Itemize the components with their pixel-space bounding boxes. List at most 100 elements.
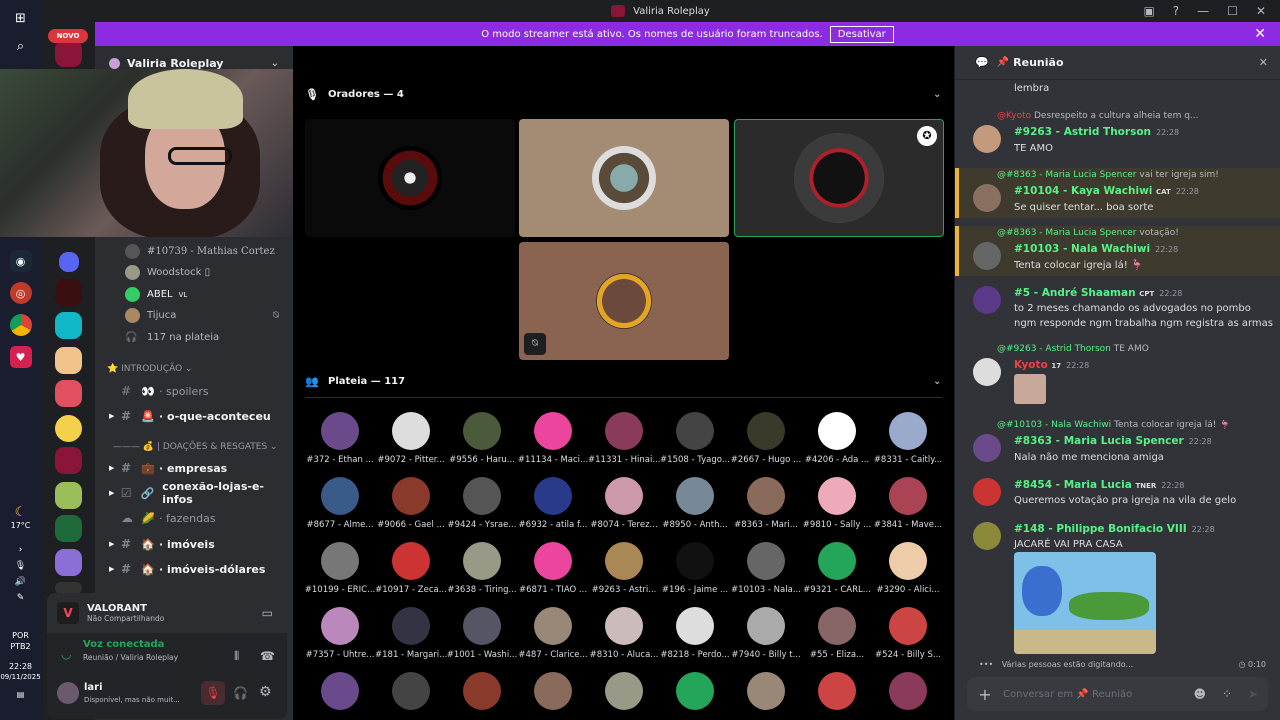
clock-date[interactable]: 09/11/2025 [0,672,41,683]
avatar[interactable] [889,672,927,710]
channel-o-que-aconteceu[interactable]: ▶ # 🚨 · o-que-aconteceu [95,405,293,427]
user-avatar[interactable] [57,682,79,704]
chat-message[interactable]: @#10103 - Nala Wachiwi Tenta colocar igr… [967,420,1267,468]
activity-card[interactable]: V VALORANT Não Compartilhando ▭ [47,593,287,633]
mute-button[interactable]: 🎙 [201,681,225,705]
avatar[interactable] [676,672,714,710]
audience-member[interactable]: #9072 - Pitter... [375,412,447,474]
audience-count[interactable]: 🎧 117 na plateia [95,327,293,348]
soundboard-icon[interactable]: ⦀ [234,649,239,664]
audience-member[interactable]: #181 - Margari... [375,607,447,669]
expand-tray-icon[interactable]: › [19,545,23,555]
audience-member[interactable]: #7940 - Billy t... [730,607,802,669]
audience-member[interactable]: #6871 - TIAO ... [517,542,589,604]
chat-message[interactable]: @#8363 - Maria Lucia Spencer vai ter igr… [967,170,1267,218]
audience-member[interactable]: #3638 - Tiring... [446,542,518,604]
avatar[interactable] [392,672,430,710]
minimize-button[interactable]: — [1197,4,1209,18]
voice-user[interactable]: #10739 - Mathias Cortez [95,241,293,262]
audience-member[interactable]: #55 - Eliza... [801,607,873,669]
chat-message[interactable]: #8454 - Maria Lucia TNER 22:28 Queremos v… [967,478,1267,512]
audience-member[interactable]: #8331 - Caitly... [872,412,944,474]
audience-member[interactable]: #7357 - Uhtre... [304,607,376,669]
audience-member[interactable]: #9263 - Astri... [588,542,660,604]
channel-fazendas[interactable]: ☁ 🌽 · fazendas [95,507,293,529]
audience-member[interactable]: #9321 - CARL... [801,542,873,604]
audience-member[interactable]: #9424 - Ysrae... [446,477,518,539]
help-icon[interactable]: ? [1173,4,1179,18]
server-icon[interactable] [55,482,82,509]
channel-empresas[interactable]: ▶ # 💼 · empresas [95,457,293,479]
server-icon-dm[interactable] [59,252,79,272]
audience-member[interactable]: #4206 - Ada ... [801,412,873,474]
avatar[interactable] [605,672,643,710]
audience-member[interactable]: #10199 - ERIC... [304,542,376,604]
voice-user[interactable]: Woodstock ▯ [95,262,293,283]
attach-button[interactable]: + [967,685,1003,704]
audience-member[interactable]: #10103 - Nala... [730,542,802,604]
server-icon[interactable] [55,347,82,374]
send-button[interactable]: ➤ [1248,687,1258,701]
speaker-tile[interactable]: ⍉ [519,242,729,360]
audience-member[interactable]: #8218 - Perdo... [659,607,731,669]
server-icon[interactable] [55,549,82,576]
disconnect-icon[interactable]: ☎ [260,649,275,663]
audience-member[interactable]: #3290 - Alici... [872,542,944,604]
audience-header[interactable]: 👥 Plateia — 117 ⌄ [305,375,941,388]
category-doacoes[interactable]: ——— 💰 | DOAÇÕES & RESGATES ⌄ [113,442,278,452]
lang-1[interactable]: POR [0,630,41,641]
server-icon[interactable] [55,380,82,407]
mic-icon[interactable]: 🎙 [15,561,26,571]
channel-spoilers[interactable]: # 👀 · spoilers [95,380,293,402]
voice-user[interactable]: Tijuca ⍉ [95,305,293,326]
steam-icon[interactable]: ◉ [9,250,32,272]
server-icon[interactable] [55,415,82,442]
username[interactable]: lari [84,682,103,693]
screen-icon[interactable]: ▭ [262,606,273,620]
windows-start-icon[interactable]: ⊞ [11,8,31,28]
sticker-image[interactable] [1014,374,1046,404]
chat-message[interactable]: #5 - André Shaaman CPT 22:28 to 2 meses c… [967,286,1273,334]
speaker-tile[interactable] [305,119,515,237]
audience-member[interactable]: #196 - Jaime ... [659,542,731,604]
audience-member[interactable]: #2667 - Hugo ... [730,412,802,474]
close-banner-icon[interactable]: ✕ [1254,26,1266,42]
maximize-button[interactable]: ☐ [1227,4,1238,18]
audience-member[interactable]: #9556 - Haru... [446,412,518,474]
app-icon[interactable]: ◎ [9,282,32,304]
message-input[interactable]: Conversar em 📌 Reunião [1003,689,1132,700]
audience-member[interactable]: #1508 - Tyago... [659,412,731,474]
close-window-button[interactable]: ✕ [1256,4,1266,18]
audience-member[interactable]: #487 - Clarice... [517,607,589,669]
audience-member[interactable]: #8074 - Terez... [588,477,660,539]
server-icon[interactable] [55,447,82,474]
settings-button[interactable]: ⚙ [259,684,272,700]
avatar[interactable] [534,672,572,710]
valiria-app-icon[interactable]: ♥ [9,346,32,368]
audience-member[interactable]: #1001 - Washi... [446,607,518,669]
audience-member[interactable]: #524 - Billy S... [872,607,944,669]
server-icon[interactable] [55,279,82,306]
avatar[interactable] [747,672,785,710]
emoji-button[interactable]: ☻ [1193,687,1206,701]
channel-conexao-lojas[interactable]: ▶ ☑ 🔗 conexão-lojas-e-infos [95,480,293,506]
voice-connection[interactable]: ◡ Voz conectada Reunião / Valiria Rolepl… [55,639,178,662]
disable-streamer-button[interactable]: Desativar [829,25,894,43]
audience-member[interactable]: #8950 - Anth... [659,477,731,539]
chrome-icon[interactable] [9,314,32,336]
chat-message[interactable]: #148 - Philippe Bonifacio VIII 22:28 JACA… [967,522,1267,656]
audience-member[interactable]: #372 - Ethan ... [304,412,376,474]
notification-icon[interactable]: ▤ [0,689,41,700]
audience-member[interactable]: #3841 - Mave... [872,477,944,539]
server-icon[interactable] [55,515,82,542]
avatar[interactable] [321,672,359,710]
audience-member[interactable]: #8363 - Mari... [730,477,802,539]
search-icon[interactable]: ⌕ [11,36,31,56]
gif-attachment[interactable] [1014,552,1156,654]
speaker-tile-active[interactable]: ✪ [734,119,944,237]
channel-imoveis[interactable]: ▶ # 🏠 · imóveis [95,533,293,555]
headphones-button[interactable]: 🎧 [233,686,248,700]
avatar[interactable] [818,672,856,710]
channel-imoveis-dolares[interactable]: ▶ # 🏠 · imóveis-dólares [95,558,293,580]
voice-user[interactable]: ABEL VL [95,284,293,305]
